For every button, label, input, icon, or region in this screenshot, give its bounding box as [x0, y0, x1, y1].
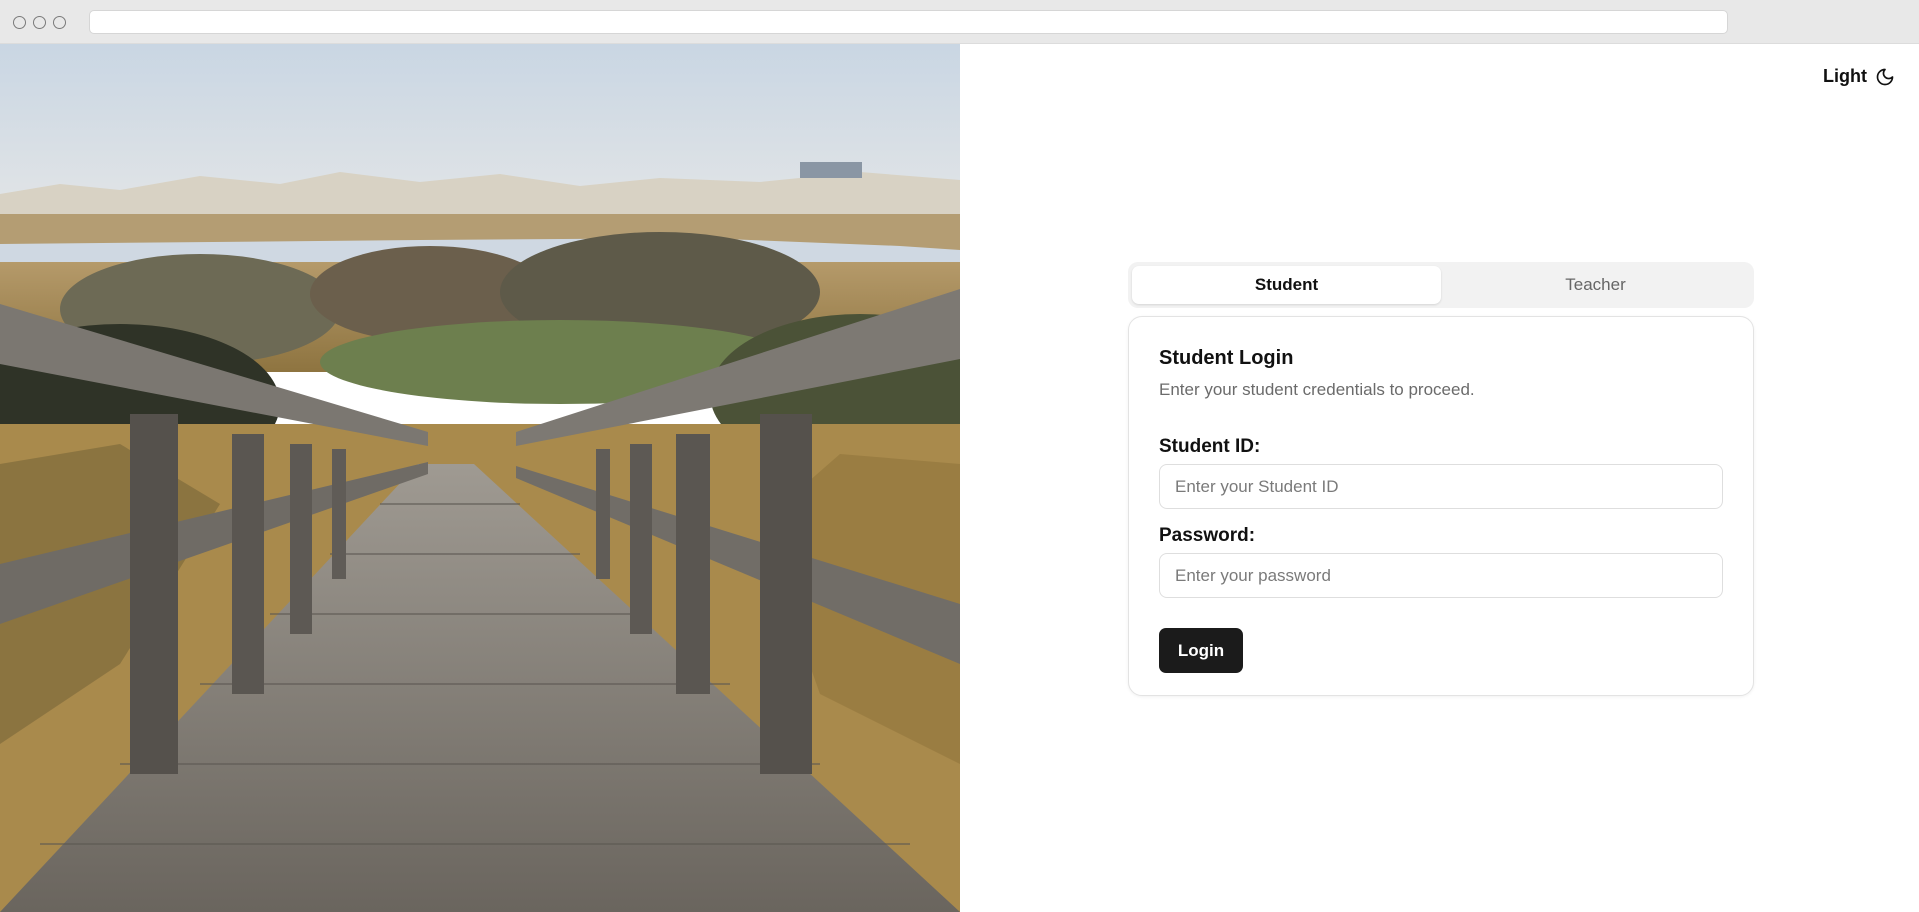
theme-toggle[interactable]: Light [1823, 66, 1895, 87]
tab-teacher[interactable]: Teacher [1441, 266, 1750, 304]
window-maximize-dot[interactable] [53, 16, 66, 29]
window-close-dot[interactable] [13, 16, 26, 29]
window-minimize-dot[interactable] [33, 16, 46, 29]
password-label: Password: [1159, 525, 1256, 546]
login-card: Student Login Enter your student credent… [1128, 316, 1754, 696]
student-id-label: Student ID: [1159, 436, 1261, 457]
theme-toggle-label: Light [1823, 66, 1867, 86]
role-tabs: Student Teacher [1128, 262, 1754, 308]
student-id-input[interactable] [1159, 464, 1723, 509]
card-title: Student Login [1159, 347, 1294, 369]
login-button[interactable]: Login [1159, 628, 1243, 673]
card-subtitle: Enter your student credentials to procee… [1159, 380, 1475, 399]
address-bar[interactable] [89, 10, 1728, 34]
password-input[interactable] [1159, 553, 1723, 598]
moon-icon [1875, 67, 1895, 87]
browser-chrome [0, 0, 1919, 44]
boardwalk-photo [0, 44, 960, 912]
login-panel: Light Student Teacher Student Login Ente… [960, 44, 1919, 912]
tab-student[interactable]: Student [1132, 266, 1441, 304]
